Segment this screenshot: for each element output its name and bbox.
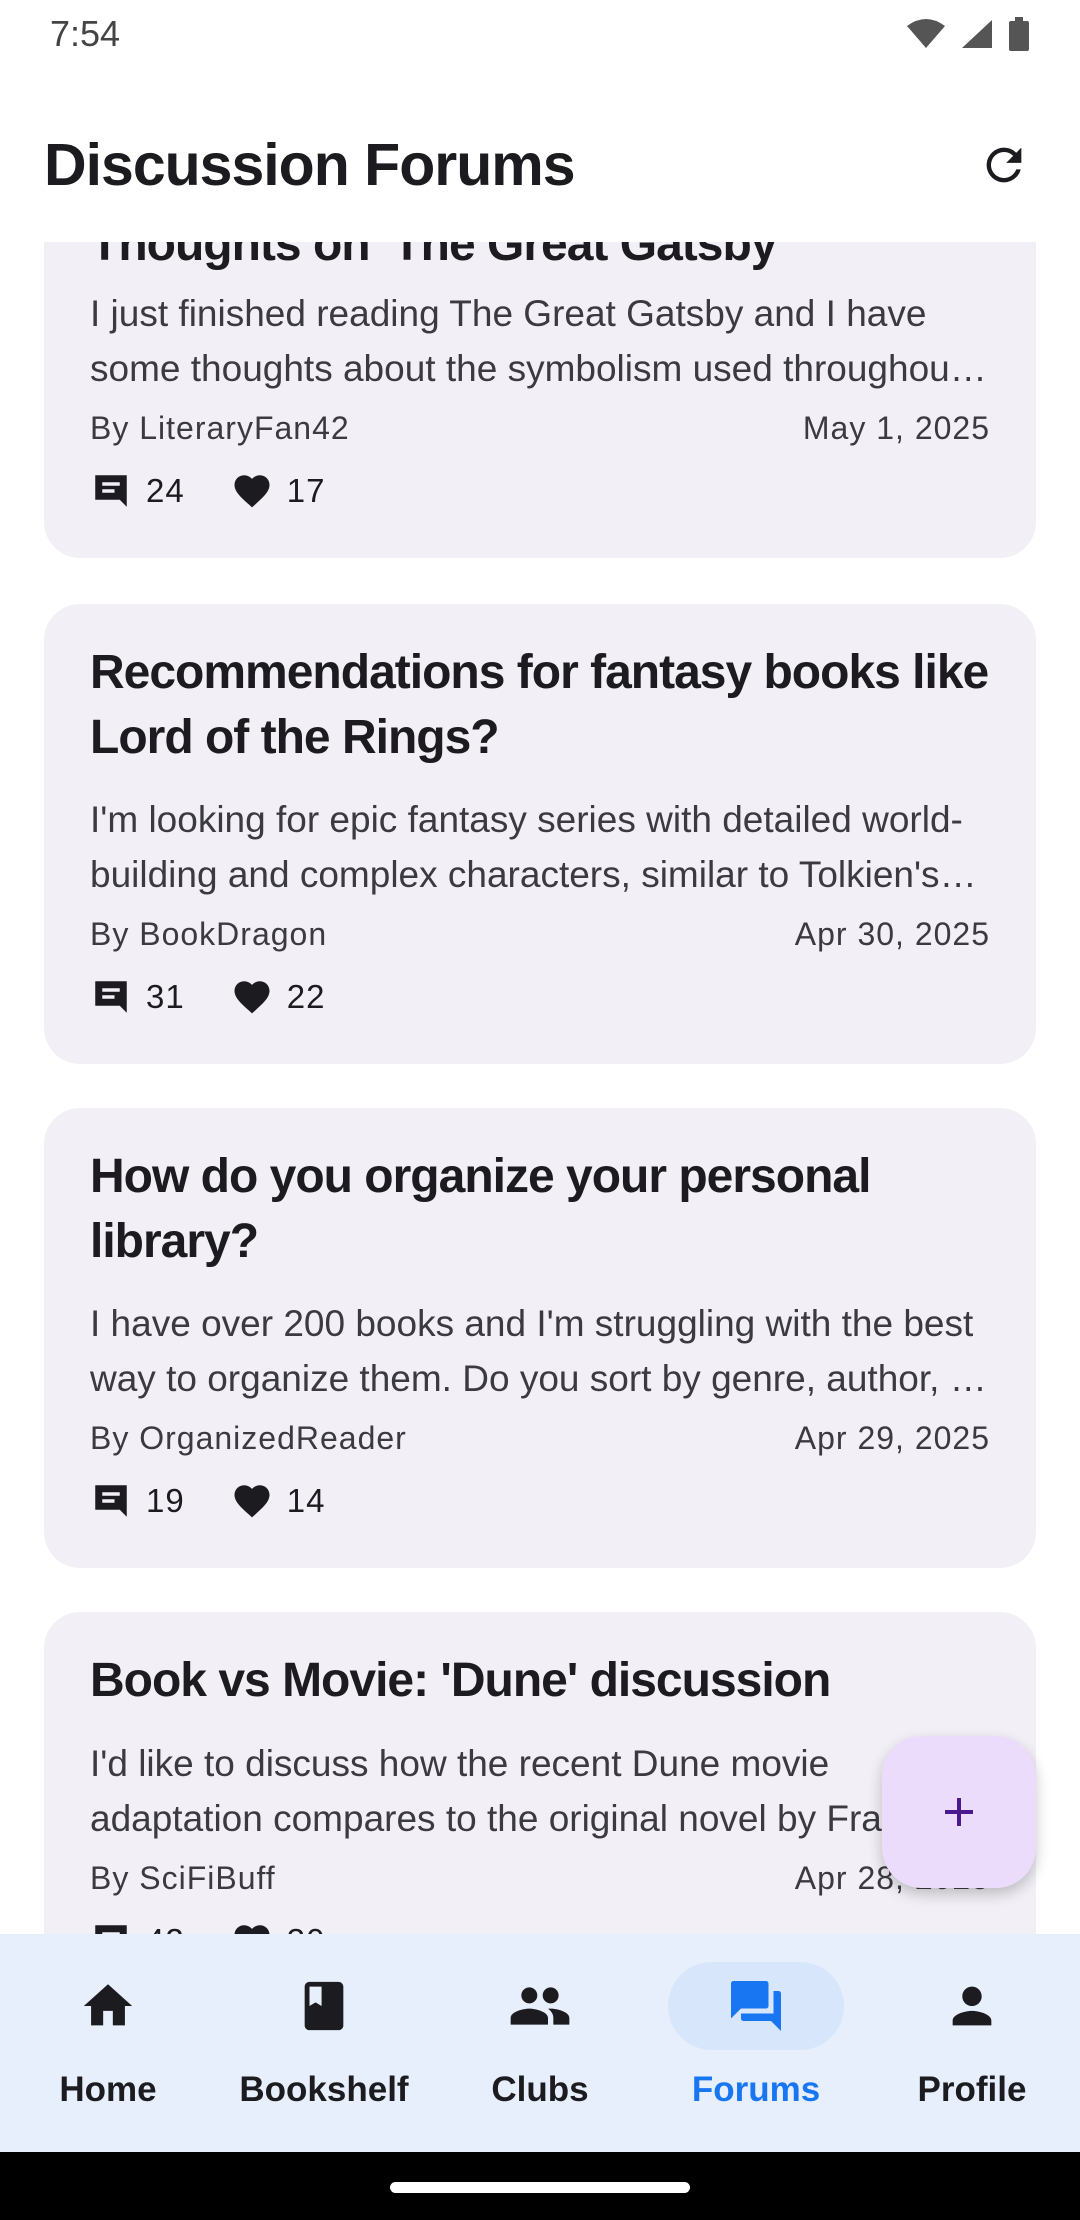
nav-label: Forums [691,2070,821,2109]
app-bar: Discussion Forums [0,90,1080,240]
post-preview: I'm looking for epic fantasy series with… [90,799,963,895]
nav-icon-container [884,1962,1060,2050]
comment-icon [95,1925,127,1934]
nav-item-profile[interactable]: Profile [864,1934,1080,2152]
comment-icon [95,1485,127,1517]
refresh-button[interactable] [972,133,1036,197]
heart-icon [234,475,270,508]
nav-item-clubs[interactable]: Clubs [432,1934,648,2152]
group-icon [510,1987,570,2025]
status-bar: 7:54 [0,0,1080,68]
nav-icon-container [668,1962,844,2050]
home-icon [83,1984,133,2026]
new-post-button[interactable] [882,1736,1036,1888]
post-title: Recommendations for fantasy books like L… [90,646,989,764]
post-meta: By OrganizedReader Apr 29, 2025 [90,1420,990,1457]
like-count-value: 14 [286,1482,326,1519]
nav-icon-container [452,1962,628,2050]
post-date: Apr 29, 2025 [794,1420,990,1456]
post-author: By BookDragon [90,916,328,952]
nav-label: Profile [917,2070,1027,2109]
person-icon [952,1986,992,2026]
forum-list[interactable]: Thoughts on 'The Great Gatsby' I just fi… [0,242,1080,1934]
post-author: By OrganizedReader [90,1420,407,1456]
forum-post-card[interactable]: Thoughts on 'The Great Gatsby' I just fi… [44,242,1036,558]
forum-post-card[interactable]: Recommendations for fantasy books like L… [44,604,1036,1064]
add-icon [945,1798,973,1826]
comment-count-value: 42 [146,1922,185,1934]
nav-icon-container [236,1962,412,2050]
nav-item-bookshelf[interactable]: Bookshelf [216,1934,432,2152]
nav-icon-container [20,1962,196,2050]
comment-count: 31 [90,976,185,1018]
post-title: How do you organize your personal librar… [90,1150,871,1268]
comment-icon [95,981,127,1013]
comment-count: 42 [90,1920,185,1934]
post-date: Apr 30, 2025 [794,916,990,952]
comment-count-value: 19 [146,1482,185,1519]
like-count-value: 17 [286,472,326,509]
post-meta: By BookDragon Apr 30, 2025 [90,916,990,953]
comment-count-value: 24 [146,472,185,509]
forum-post-card[interactable]: How do you organize your personal librar… [44,1108,1036,1568]
post-stats: 42 30 [90,1920,371,1934]
like-count: 14 [231,1480,326,1522]
post-author: By LiteraryFan42 [90,410,350,446]
comment-count: 19 [90,1480,185,1522]
post-preview: I'd like to discuss how the recent Dune … [90,1743,921,1839]
signal-icon [962,20,992,48]
nav-label: Home [59,2070,157,2109]
post-meta: By LiteraryFan42 May 1, 2025 [90,410,990,447]
post-title: Book vs Movie: 'Dune' discussion [90,1654,831,1707]
like-count: 30 [231,1920,326,1934]
battery-icon [1009,17,1029,51]
nav-label: Clubs [491,2070,589,2109]
post-meta: By SciFiBuff Apr 28, 2025 [90,1860,990,1897]
comment-count: 24 [90,470,185,512]
status-icons [906,17,1030,51]
home-gesture-handle[interactable] [390,2182,690,2193]
forum-icon [731,1981,781,2031]
post-date: May 1, 2025 [802,410,990,446]
like-count-value: 22 [286,978,326,1015]
refresh-icon [986,147,1022,183]
book-icon [304,1981,344,2031]
nav-item-home[interactable]: Home [0,1934,216,2152]
post-author: By SciFiBuff [90,1860,276,1896]
post-preview: I have over 200 books and I'm struggling… [90,1303,983,1399]
page-title: Discussion Forums [44,132,576,198]
like-count: 22 [231,976,326,1018]
comment-icon [95,475,127,507]
heart-icon [234,1485,270,1518]
bottom-navigation: Home Bookshelf Clubs Forums Profile [0,1934,1080,2152]
comment-count-value: 31 [146,978,185,1015]
system-gesture-bar [0,2152,1080,2220]
post-stats: 31 22 [90,976,371,1018]
heart-icon [234,1925,270,1934]
post-title: Thoughts on 'The Great Gatsby' [90,242,788,271]
wifi-icon [907,19,945,48]
post-stats: 24 17 [90,470,371,512]
like-count: 17 [231,470,326,512]
nav-label: Bookshelf [239,2070,409,2109]
post-stats: 19 14 [90,1480,371,1522]
nav-item-forums[interactable]: Forums [648,1934,864,2152]
status-time: 7:54 [50,13,121,54]
post-preview: I just finished reading The Great Gatsby… [90,293,961,389]
like-count-value: 30 [287,1922,326,1934]
heart-icon [234,981,270,1014]
